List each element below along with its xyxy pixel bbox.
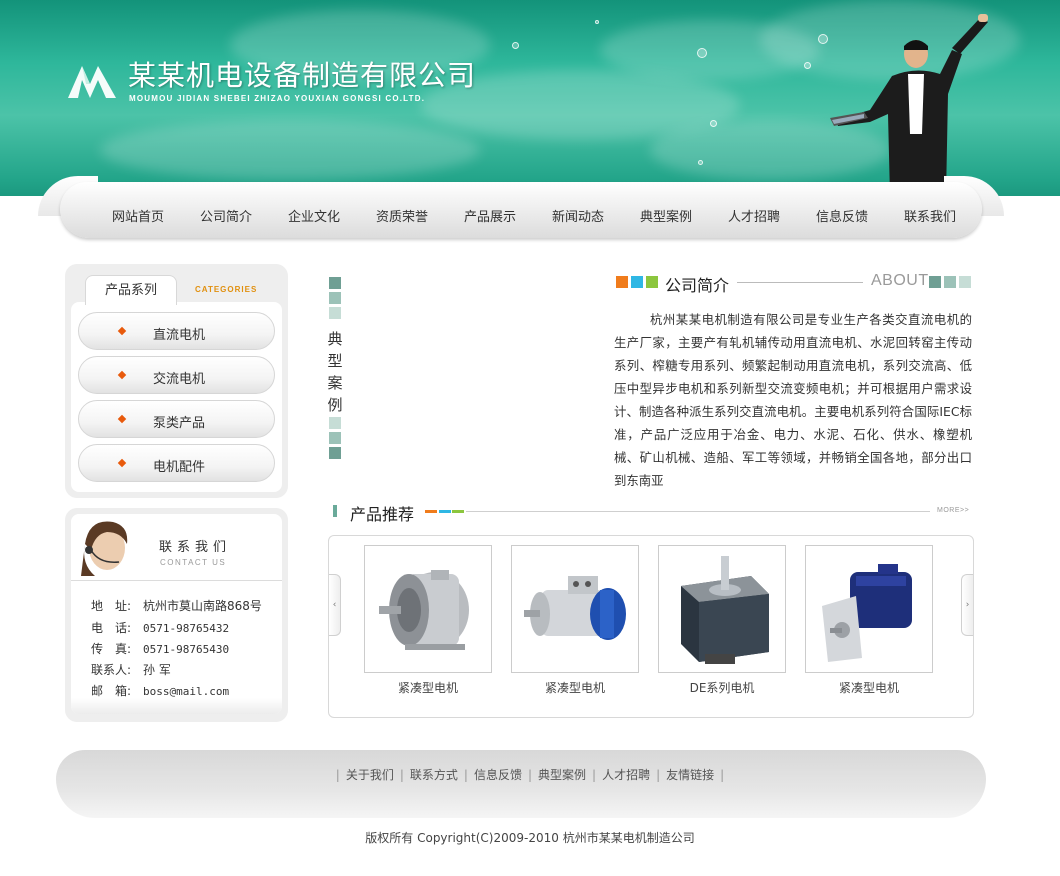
footer-link-feedback[interactable]: 信息反馈 <box>474 768 522 782</box>
category-item[interactable]: 交流电机 <box>78 356 275 394</box>
cloud-decoration <box>100 120 480 180</box>
products-title: 产品推荐 <box>350 505 415 524</box>
dash-deco-icon <box>439 510 451 513</box>
product-card[interactable] <box>658 545 786 673</box>
product-name[interactable]: 紧凑型电机 <box>805 679 933 696</box>
bubble-decoration <box>512 42 519 49</box>
category-item[interactable]: 直流电机 <box>78 312 275 350</box>
nav-item-feedback[interactable]: 信息反馈 <box>798 206 886 225</box>
contact-phone: 电 话: 0571-98765432 <box>91 621 230 635</box>
contact-address: 地 址: 杭州市莫山南路868号 <box>91 599 262 613</box>
bubble-decoration <box>697 48 707 58</box>
footer-link-friends[interactable]: 友情链接 <box>666 768 714 782</box>
product-card[interactable] <box>364 545 492 673</box>
nav-item-about[interactable]: 公司简介 <box>182 206 270 225</box>
customer-service-avatar <box>71 514 137 576</box>
copyright: 版权所有 Copyright(C)2009-2010 杭州市某某电机制造公司 <box>365 831 695 845</box>
businessman-illustration <box>830 14 988 196</box>
footer-link-cases[interactable]: 典型案例 <box>538 768 586 782</box>
more-link[interactable]: MORE>> <box>937 507 969 514</box>
bubble-decoration <box>595 20 599 24</box>
nav-item-contact[interactable]: 联系我们 <box>886 206 974 225</box>
square-deco-icon <box>329 277 341 289</box>
square-deco-icon <box>329 307 341 319</box>
divider <box>737 282 863 283</box>
divider <box>466 511 930 512</box>
nav-item-jobs[interactable]: 人才招聘 <box>710 206 798 225</box>
diamond-bullet-icon <box>117 370 127 380</box>
category-label: 交流电机 <box>153 372 206 387</box>
contact-panel: 联系我们 CONTACT US 地 址: 杭州市莫山南路868号 电 话: 0571… <box>65 508 288 722</box>
main-nav: 网站首页 公司简介 企业文化 资质荣誉 产品展示 新闻动态 典型案例 人才招聘 … <box>38 176 1004 238</box>
product-name[interactable]: 紧凑型电机 <box>364 679 492 696</box>
company-pinyin: MOUMOU JIDIAN SHEBEI ZHIZAO YOUXIAN GONG… <box>129 94 426 103</box>
stepper-motor-image <box>681 556 769 664</box>
motor-image <box>379 570 469 650</box>
nav-item-home[interactable]: 网站首页 <box>94 206 182 225</box>
contact-person: 联系人: 孙 军 <box>91 663 171 677</box>
nav-item-honors[interactable]: 资质荣誉 <box>358 206 446 225</box>
motor-image <box>822 564 912 662</box>
square-deco-icon <box>329 432 341 444</box>
bubble-decoration <box>710 120 717 127</box>
square-deco-icon <box>929 276 941 288</box>
diamond-bullet-icon <box>117 414 127 424</box>
diamond-bullet-icon <box>117 326 127 336</box>
product-carousel: ‹ › 紧凑型电机 紧凑型电机 DE系列电机 紧凑型电机 <box>328 535 974 718</box>
nav-item-news[interactable]: 新闻动态 <box>534 206 622 225</box>
category-item[interactable]: 电机配件 <box>78 444 275 482</box>
category-item[interactable]: 泵类产品 <box>78 400 275 438</box>
category-label: 直流电机 <box>153 328 206 343</box>
product-card[interactable] <box>805 545 933 673</box>
contact-email[interactable]: 邮 箱: boss@mail.com <box>91 682 229 699</box>
divider <box>71 580 282 581</box>
footer-bar <box>56 750 986 818</box>
contact-en-label: CONTACT US <box>160 558 227 567</box>
product-categories-panel: 产品系列 CATEGORIES 直流电机 交流电机 泵类产品 电机配件 <box>65 264 288 498</box>
product-name[interactable]: 紧凑型电机 <box>511 679 639 696</box>
diamond-bullet-icon <box>117 458 127 468</box>
title-bar-icon <box>333 505 337 517</box>
contact-panel-bottom <box>71 698 282 714</box>
categories-en-label: CATEGORIES <box>195 285 258 294</box>
contact-title: 联系我们 <box>159 540 232 555</box>
company-logo-icon[interactable] <box>68 60 118 100</box>
square-deco-icon <box>329 292 341 304</box>
nav-item-culture[interactable]: 企业文化 <box>270 206 358 225</box>
category-label: 电机配件 <box>153 460 206 475</box>
about-title: 公司简介 <box>665 276 730 295</box>
bubble-decoration <box>804 62 811 69</box>
footer-link-about[interactable]: 关于我们 <box>346 768 394 782</box>
carousel-prev-button[interactable]: ‹ <box>329 574 341 636</box>
category-label: 泵类产品 <box>153 416 206 431</box>
footer-band <box>38 750 1004 830</box>
square-deco-icon <box>959 276 971 288</box>
footer-link-jobs[interactable]: 人才招聘 <box>602 768 650 782</box>
dash-deco-icon <box>425 510 437 513</box>
nav-item-cases[interactable]: 典型案例 <box>622 206 710 225</box>
footer-link-contact[interactable]: 联系方式 <box>410 768 458 782</box>
product-card[interactable] <box>511 545 639 673</box>
square-deco-icon <box>631 276 643 288</box>
square-deco-icon <box>616 276 628 288</box>
dash-deco-icon <box>452 510 464 513</box>
categories-tab[interactable]: 产品系列 <box>85 275 177 305</box>
carousel-next-button[interactable]: › <box>961 574 973 636</box>
contact-fax: 传 真: 0571-98765430 <box>91 642 230 656</box>
square-deco-icon <box>329 447 341 459</box>
bubble-decoration <box>818 34 828 44</box>
bubble-decoration <box>698 160 703 165</box>
cases-title[interactable]: 典型案例 <box>326 328 344 416</box>
nav-item-products[interactable]: 产品展示 <box>446 206 534 225</box>
company-name: 某某机电设备制造有限公司 <box>128 59 477 92</box>
footer-links: | 关于我们 | 联系方式 | 信息反馈 | 典型案例 | 人才招聘 | 友情链接 | <box>335 768 725 782</box>
square-deco-icon <box>944 276 956 288</box>
product-name[interactable]: DE系列电机 <box>658 679 786 696</box>
motor-image <box>524 576 626 640</box>
square-deco-icon <box>646 276 658 288</box>
about-en-label[interactable]: ABOUT <box>871 272 929 290</box>
about-text: 杭州某某电机制造有限公司是专业生产各类交直流电机的生产厂家，主要产有轧机辅传动用… <box>614 312 972 488</box>
square-deco-icon <box>329 417 341 429</box>
